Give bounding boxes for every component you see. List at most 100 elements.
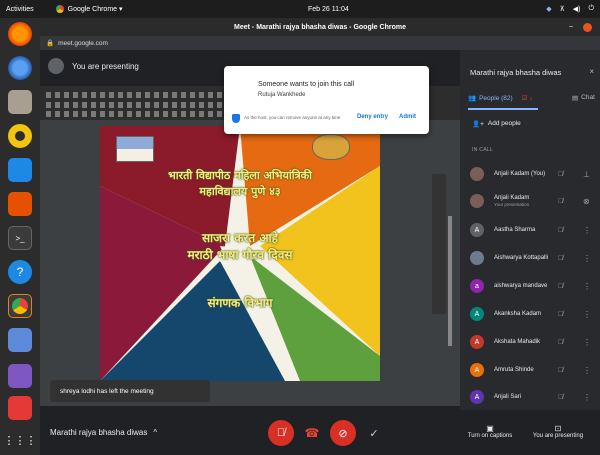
mic-off-icon[interactable]: 🎙̸	[558, 255, 563, 262]
add-people-label: Add people	[487, 120, 521, 127]
files-icon[interactable]	[8, 90, 32, 114]
participant-name: Akshata Mahadik	[494, 339, 541, 345]
participant-row[interactable]: A Anjali Sari 🎙̸ ⋮	[470, 386, 598, 408]
rhythmbox-icon[interactable]	[8, 124, 32, 148]
app-menu[interactable]: Google Chrome ▾	[55, 5, 123, 13]
camera-toggle-button[interactable]: ⊘	[330, 420, 356, 446]
mic-off-icon[interactable]: 🎙̸	[558, 367, 563, 374]
help-icon[interactable]: ?	[8, 260, 32, 284]
captions-label: Turn on captions	[467, 433, 513, 439]
add-people-button[interactable]: 👤+ Add people	[472, 120, 521, 128]
tab-people-label: People (82)	[479, 94, 513, 102]
address-bar[interactable]: 🔒 meet.google.com	[40, 36, 600, 50]
software-icon[interactable]	[8, 364, 32, 388]
tray-icon-1[interactable]: ◆	[546, 5, 551, 13]
chrome-dock-icon[interactable]	[8, 294, 32, 318]
more-options-icon[interactable]: ⋮	[583, 226, 591, 235]
system-clock[interactable]: Feb 26 11:04	[308, 6, 349, 13]
alert-icon: ☑ ↓	[521, 95, 533, 102]
text-editor-icon[interactable]	[8, 328, 32, 352]
mic-off-icon[interactable]: 🎙̸	[558, 311, 563, 318]
participant-row[interactable]: A Akshata Mahadik 🎙̸ ⋮	[470, 331, 598, 353]
chevron-up-icon: ^	[153, 428, 158, 437]
present-icon: ⊡	[554, 424, 562, 433]
system-top-bar: Activities Google Chrome ▾ Feb 26 11:04 …	[0, 0, 600, 18]
mic-off-icon[interactable]: 🎙̸	[558, 394, 563, 401]
panel-footer: ▣ Turn on captions ⊡ You are presenting	[460, 410, 600, 455]
chat-icon: ▤	[572, 95, 579, 102]
join-request-title: Someone wants to join this call	[258, 81, 355, 88]
show-apps-icon[interactable]: ⋮⋮⋮	[4, 428, 37, 452]
mic-off-icon[interactable]: 🎙̸	[558, 171, 563, 178]
participant-name: Anjali Kadam Your presentation	[494, 195, 564, 207]
more-options-icon[interactable]: ⋮	[583, 338, 591, 347]
avatar: A	[470, 223, 484, 237]
firefox-icon[interactable]	[8, 22, 32, 46]
chrome-icon	[55, 5, 64, 13]
avatar	[48, 58, 64, 74]
writer-icon[interactable]	[8, 158, 32, 182]
dock: >_ ? ⋮⋮⋮	[0, 18, 40, 455]
browser-title-bar: Meet - Marathi rajya bhasha diwas - Goog…	[40, 18, 600, 36]
mic-off-icon[interactable]: 🎙̸	[558, 339, 563, 346]
participant-row[interactable]: A Akanksha Kadam 🎙̸ ⋮	[470, 303, 598, 325]
close-icon[interactable]: ×	[589, 67, 594, 76]
avatar: A	[470, 390, 484, 404]
tab-chat[interactable]: ▤ Chat	[572, 94, 595, 102]
more-options-icon[interactable]: ⋮	[583, 393, 591, 402]
participant-name: aishwarya mandave	[494, 283, 548, 289]
deny-entry-button[interactable]: Deny entry	[357, 114, 388, 120]
participant-row[interactable]: Anjali Kadam Your presentation 🎙̸ ⊗	[470, 190, 598, 212]
slide-line-2: महाविद्यालय पुणे ४३	[199, 185, 281, 198]
meeting-details-button[interactable]: Marathi rajya bhasha diwas ^	[50, 428, 157, 437]
slide: भारती विद्यापीठ महिला अभियांत्रिकी महावि…	[100, 126, 380, 381]
slide-line-4: मराठी भाषा गौरव दिवस	[187, 248, 293, 262]
tab-people[interactable]: 👥 People (82) ☑ ↓	[468, 94, 533, 103]
mic-off-icon[interactable]: 🎙̸	[558, 198, 563, 205]
participant-row[interactable]: A Amruta Shinde 🎙̸ ⋮	[470, 359, 598, 381]
minimize-icon[interactable]: –	[569, 23, 573, 32]
pin-icon[interactable]: ⊥	[583, 170, 590, 179]
thunderbird-icon[interactable]	[8, 56, 32, 80]
leave-call-button[interactable]: ☎	[299, 420, 325, 446]
admit-button[interactable]: Admit	[399, 114, 416, 120]
power-icon[interactable]: ⏻	[588, 5, 594, 13]
scrollbar[interactable]	[448, 216, 452, 346]
stop-presenting-icon[interactable]: ⊗	[583, 197, 590, 206]
captions-button[interactable]: ▣ Turn on captions	[464, 424, 516, 439]
network-icon[interactable]: ⊼	[560, 5, 565, 13]
avatar	[470, 194, 484, 208]
more-options-icon[interactable]: ⋮	[583, 310, 591, 319]
presenting-status-label: You are presenting	[532, 433, 584, 439]
mic-toggle-button[interactable]: 🎙̸	[268, 420, 294, 446]
participant-row[interactable]: Anjali Kadam (You) 🎙̸ ⊥	[470, 163, 598, 185]
presenting-label: You are presenting	[72, 61, 139, 71]
more-options-icon[interactable]: ⋮	[583, 254, 591, 263]
mic-off-icon[interactable]: 🎙̸	[558, 283, 563, 290]
slide-line-1: भारती विद्यापीठ महिला अभियांत्रिकी	[168, 169, 312, 182]
activities-button[interactable]: Activities	[6, 6, 34, 13]
more-options-icon[interactable]: ⋮	[583, 282, 591, 291]
avatar: A	[470, 307, 484, 321]
mic-off-icon[interactable]: 🎙̸	[558, 227, 563, 234]
close-window-icon[interactable]	[583, 22, 592, 32]
window-title: Meet - Marathi rajya bhasha diwas - Goog…	[234, 23, 406, 31]
presenting-button[interactable]: ⊡ You are presenting	[530, 424, 586, 439]
slide-line-3: साजरा करत आहे	[201, 231, 279, 245]
more-options-icon[interactable]: ⋮	[583, 366, 591, 375]
participant-name: Aishwarya Kottapalli	[494, 255, 549, 261]
impress-icon[interactable]	[8, 192, 32, 216]
volume-icon[interactable]: ◀)	[573, 5, 581, 13]
raise-hand-button[interactable]: ✓	[361, 420, 387, 446]
lock-icon: 🔒	[46, 40, 55, 47]
avatar: A	[470, 335, 484, 349]
left-meeting-toast: shreya lodhi has left the meeting	[50, 380, 210, 402]
system-tray[interactable]: ◆ ⊼ ◀) ⏻	[546, 5, 594, 13]
participant-row[interactable]: Aishwarya Kottapalli 🎙̸ ⋮	[470, 247, 598, 269]
participant-row[interactable]: a aishwarya mandave 🎙̸ ⋮	[470, 275, 598, 297]
document-viewer-icon[interactable]	[8, 396, 32, 420]
url-text[interactable]: meet.google.com	[58, 40, 108, 47]
terminal-icon[interactable]: >_	[8, 226, 32, 250]
join-request-person: Rutuja Wankhede	[258, 92, 306, 98]
participant-row[interactable]: A Aastha Sharma 🎙̸ ⋮	[470, 219, 598, 241]
